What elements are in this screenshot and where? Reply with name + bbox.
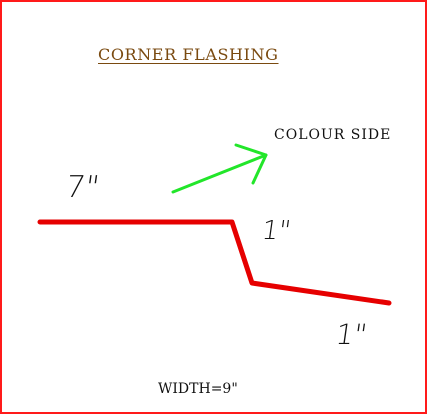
return-leg-dimension: 1"	[333, 318, 370, 351]
arrow-up-right-icon	[171, 143, 268, 194]
flashing-drawing	[37, 143, 392, 306]
flashing-profile-line	[37, 219, 392, 306]
top-leg-dimension: 7"	[63, 170, 102, 205]
width-label: WIDTH=9"	[158, 381, 238, 397]
drop-leg-dimension: 1"	[259, 216, 293, 246]
